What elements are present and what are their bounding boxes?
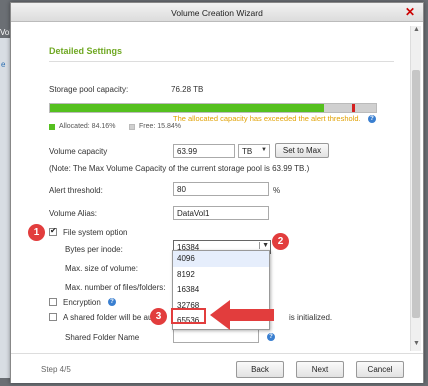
dropdown-option[interactable]: 4096 <box>173 251 269 267</box>
shared-folder-name-input[interactable] <box>173 329 259 343</box>
shared-folder-label: A shared folder will be au <box>63 313 153 322</box>
divider <box>49 61 394 62</box>
title-bar: Volume Creation Wizard ✕ <box>11 3 423 22</box>
dropdown-option[interactable]: 8192 <box>173 267 269 283</box>
volume-alias-input[interactable]: DataVol1 <box>173 206 269 220</box>
free-legend-swatch <box>129 124 135 130</box>
chevron-down-icon: ▼ <box>259 242 269 249</box>
scrollbar-thumb[interactable] <box>412 70 420 318</box>
wizard-footer: Step 4/5 Back Next Cancel <box>11 353 423 383</box>
background-text: e <box>1 60 6 69</box>
encryption-label: Encryption <box>63 298 101 307</box>
shared-folder-checkbox[interactable] <box>49 313 57 321</box>
volume-capacity-input[interactable]: 63.99 <box>173 144 235 158</box>
volume-capacity-label: Volume capacity <box>49 147 108 156</box>
set-to-max-button[interactable]: Set to Max <box>275 143 329 158</box>
allocated-legend-swatch <box>49 124 55 130</box>
storage-pool-capacity-label: Storage pool capacity: <box>49 85 129 94</box>
capacity-bar <box>49 103 377 113</box>
free-legend: Free: 15.84% <box>139 123 182 130</box>
storage-pool-capacity-value: 76.28 TB <box>171 85 204 94</box>
max-capacity-note: (Note: The Max Volume Capacity of the cu… <box>49 164 310 173</box>
chevron-down-icon: ▼ <box>261 147 267 153</box>
file-system-option-label: File system option <box>63 228 128 237</box>
scroll-down-icon[interactable]: ▼ <box>411 340 422 351</box>
section-title: Detailed Settings <box>49 46 123 56</box>
volume-capacity-unit-select[interactable]: TB ▼ <box>238 144 270 158</box>
annotation-badge-2: 2 <box>272 233 289 250</box>
annotation-arrow-icon <box>210 300 274 330</box>
max-size-label: Max. size of volume: <box>65 264 138 273</box>
alert-threshold-input[interactable]: 80 <box>173 182 269 196</box>
alert-threshold-marker <box>352 104 355 112</box>
highlight-box <box>171 308 206 324</box>
encryption-checkbox[interactable] <box>49 298 57 306</box>
close-icon[interactable]: ✕ <box>405 5 415 19</box>
capacity-warning: The allocated capacity has exceeded the … <box>173 114 361 123</box>
help-icon[interactable]: ? <box>108 298 116 306</box>
step-indicator: Step 4/5 <box>41 365 71 374</box>
capacity-allocated-fill <box>50 104 325 112</box>
window-title: Volume Creation Wizard <box>171 8 263 18</box>
annotation-badge-3: 3 <box>150 308 167 325</box>
help-icon[interactable]: ? <box>267 333 275 341</box>
help-icon[interactable]: ? <box>368 115 376 123</box>
bytes-per-inode-label: Bytes per inode: <box>65 245 123 254</box>
annotation-badge-1: 1 <box>28 224 45 241</box>
next-button[interactable]: Next <box>296 361 344 378</box>
unit-value: TB <box>242 147 253 156</box>
file-system-option-checkbox[interactable] <box>49 226 57 236</box>
scrollbar[interactable]: ▲ ▼ <box>410 26 421 351</box>
max-files-label: Max. number of files/folders: <box>65 283 166 292</box>
cancel-button[interactable]: Cancel <box>356 361 404 378</box>
alert-threshold-unit: % <box>273 186 281 195</box>
alert-threshold-label: Alert threshold: <box>49 186 103 195</box>
dropdown-option[interactable]: 16384 <box>173 282 269 298</box>
allocated-legend: Allocated: 84.16% <box>59 123 116 130</box>
shared-folder-name-label: Shared Folder Name <box>65 333 140 342</box>
shared-folder-label-end: is initialized. <box>289 313 333 322</box>
volume-alias-label: Volume Alias: <box>49 209 98 218</box>
scroll-up-icon[interactable]: ▲ <box>411 26 422 37</box>
back-button[interactable]: Back <box>236 361 284 378</box>
